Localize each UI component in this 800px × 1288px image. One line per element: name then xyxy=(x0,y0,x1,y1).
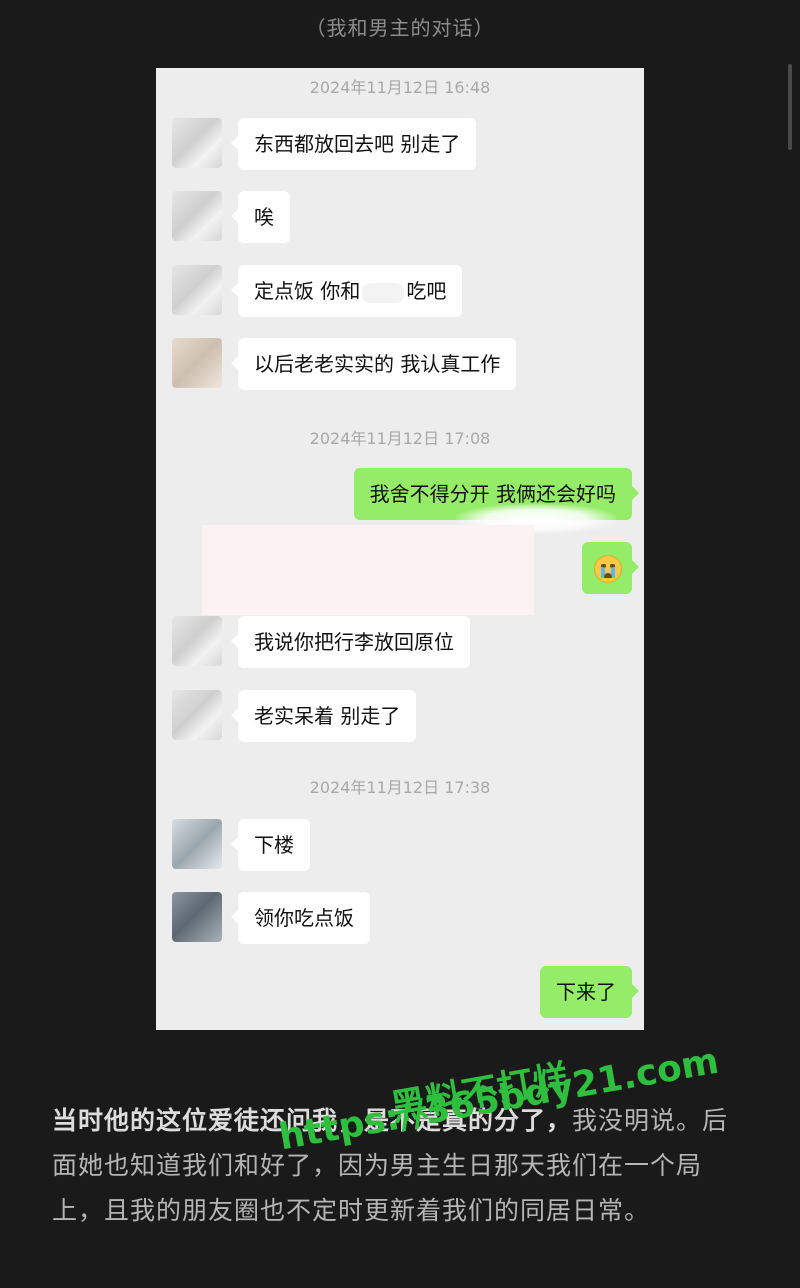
chat-screenshot: 2024年11月12日 16:48 东西都放回去吧 别走了 唉 定点饭 你和 吃吧… xyxy=(156,68,644,1030)
incoming-message: 东西都放回去吧 别走了 xyxy=(230,118,477,170)
incoming-message: 领你吃点饭 xyxy=(231,892,370,944)
redacted-name xyxy=(362,282,405,303)
message-text: 定点饭 你和 xyxy=(254,279,361,303)
message-text: 吃吧 xyxy=(406,279,447,303)
incoming-message: 以后老老实实的 我认真工作 xyxy=(230,338,517,390)
chat-timestamp: 2024年11月12日 17:38 xyxy=(309,778,491,797)
contact-avatar xyxy=(172,265,222,315)
scrollbar[interactable] xyxy=(788,64,792,150)
chat-timestamp: 2024年11月12日 17:08 xyxy=(309,429,491,448)
contact-avatar xyxy=(172,616,222,666)
contact-avatar xyxy=(172,690,222,740)
incoming-message: 定点饭 你和 吃吧 xyxy=(230,265,463,317)
screenshot-caption: （我和男主的对话） xyxy=(305,16,495,40)
outgoing-emoji-message xyxy=(582,542,639,594)
contact-avatar xyxy=(172,338,222,388)
crying-face-icon xyxy=(594,555,622,583)
contact-avatar xyxy=(172,892,222,942)
redaction-block xyxy=(202,525,534,615)
chat-timestamp: 2024年11月12日 16:48 xyxy=(309,78,491,97)
contact-avatar xyxy=(172,118,222,168)
outgoing-message: 下来了 xyxy=(540,966,639,1018)
contact-avatar xyxy=(172,819,222,869)
incoming-message: 唉 xyxy=(231,191,290,243)
incoming-message: 下楼 xyxy=(231,819,310,871)
incoming-message: 老实呆着 别走了 xyxy=(230,690,417,742)
contact-avatar xyxy=(172,191,222,241)
incoming-message: 我说你把行李放回原位 xyxy=(231,616,470,668)
